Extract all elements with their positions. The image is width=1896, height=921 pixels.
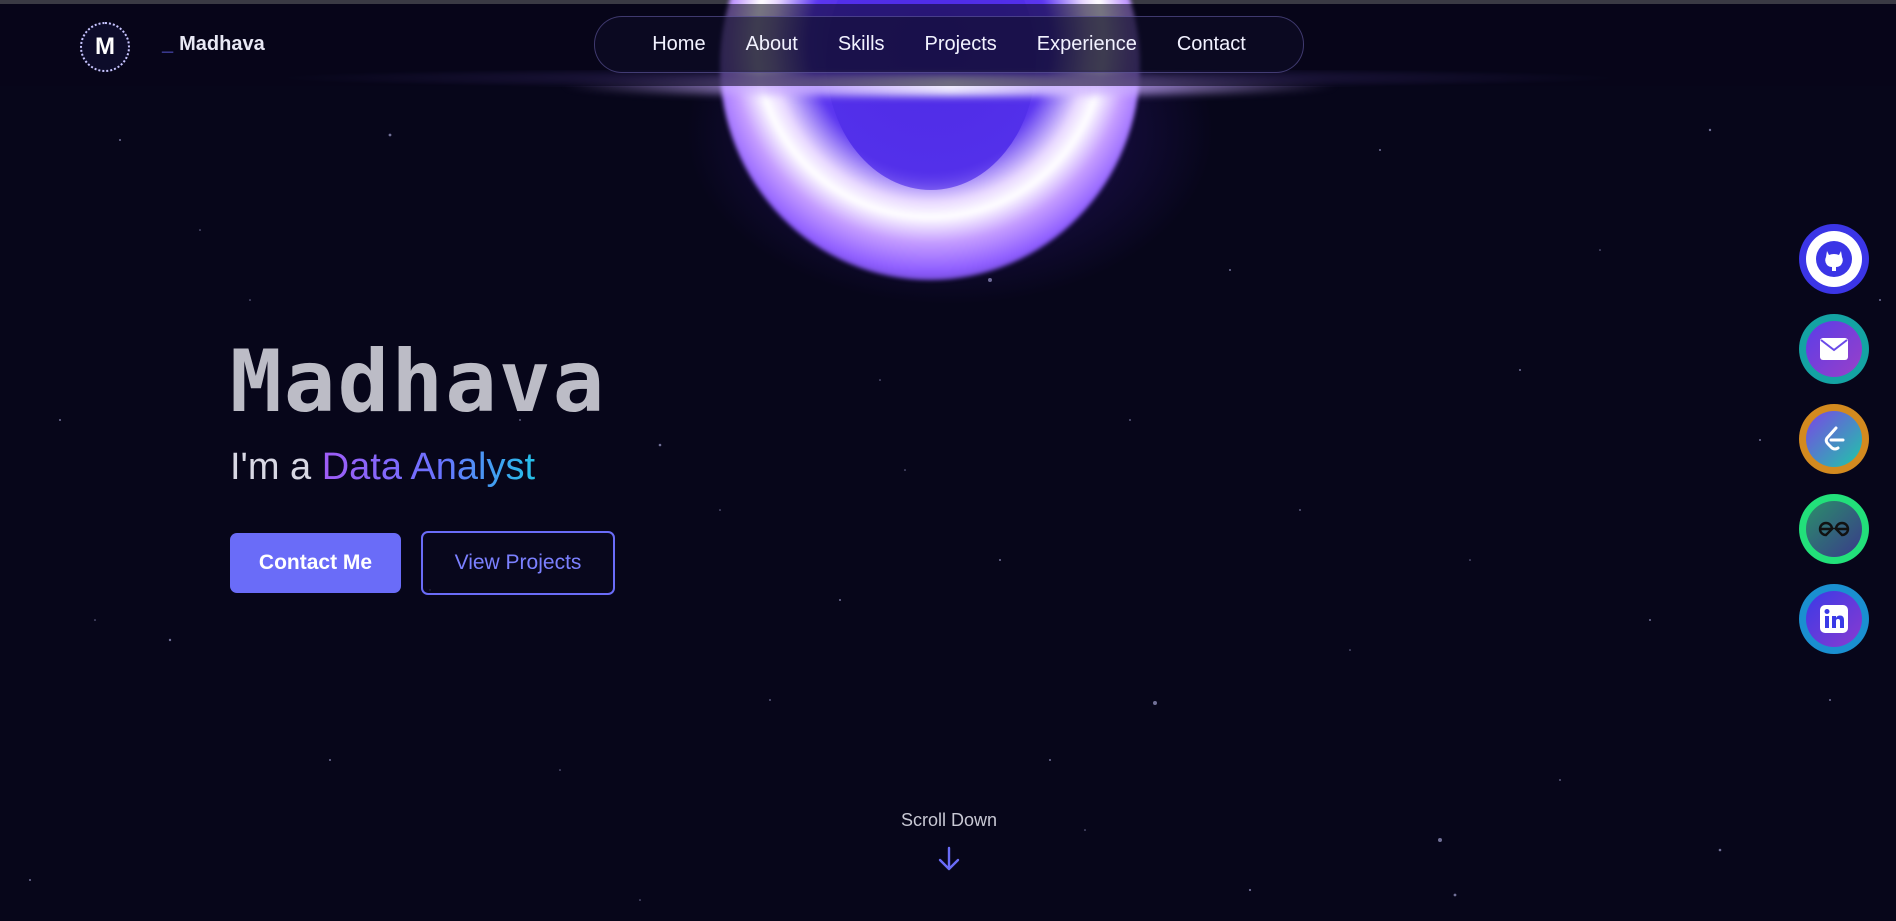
contact-me-button[interactable]: Contact Me	[230, 533, 401, 593]
logo-letter: M	[95, 33, 115, 60]
site-logo[interactable]: M	[80, 22, 130, 72]
nav-about[interactable]: About	[746, 33, 798, 56]
brand-label: Madhava	[179, 33, 265, 55]
geeksforgeeks-link[interactable]	[1799, 494, 1869, 564]
hero-subtitle: I'm a Data Analyst	[230, 446, 535, 489]
github-link[interactable]	[1799, 224, 1869, 294]
nav-projects[interactable]: Projects	[925, 33, 997, 56]
nav-contact[interactable]: Contact	[1177, 33, 1246, 56]
leetcode-link[interactable]	[1799, 404, 1869, 474]
nav-home[interactable]: Home	[652, 33, 705, 56]
linkedin-link[interactable]	[1799, 584, 1869, 654]
nav-experience[interactable]: Experience	[1037, 33, 1137, 56]
brand-name[interactable]: _ Madhava	[162, 33, 265, 56]
github-icon	[1806, 231, 1862, 287]
hero-role: Data Analyst	[321, 446, 536, 488]
view-projects-button[interactable]: View Projects	[421, 531, 615, 595]
main-nav: Home About Skills Projects Experience Co…	[594, 16, 1304, 73]
linkedin-icon	[1806, 591, 1862, 647]
geeksforgeeks-icon	[1806, 501, 1862, 557]
arrow-down-icon[interactable]	[937, 845, 961, 873]
email-link[interactable]	[1799, 314, 1869, 384]
brand-prefix: _	[162, 33, 174, 55]
scroll-down-label[interactable]: Scroll Down	[880, 810, 1018, 831]
nav-skills[interactable]: Skills	[838, 33, 885, 56]
hero-subtitle-prefix: I'm a	[230, 446, 322, 488]
mail-icon	[1806, 321, 1862, 377]
leetcode-icon	[1806, 411, 1862, 467]
hero-title: Madhava	[230, 332, 607, 432]
